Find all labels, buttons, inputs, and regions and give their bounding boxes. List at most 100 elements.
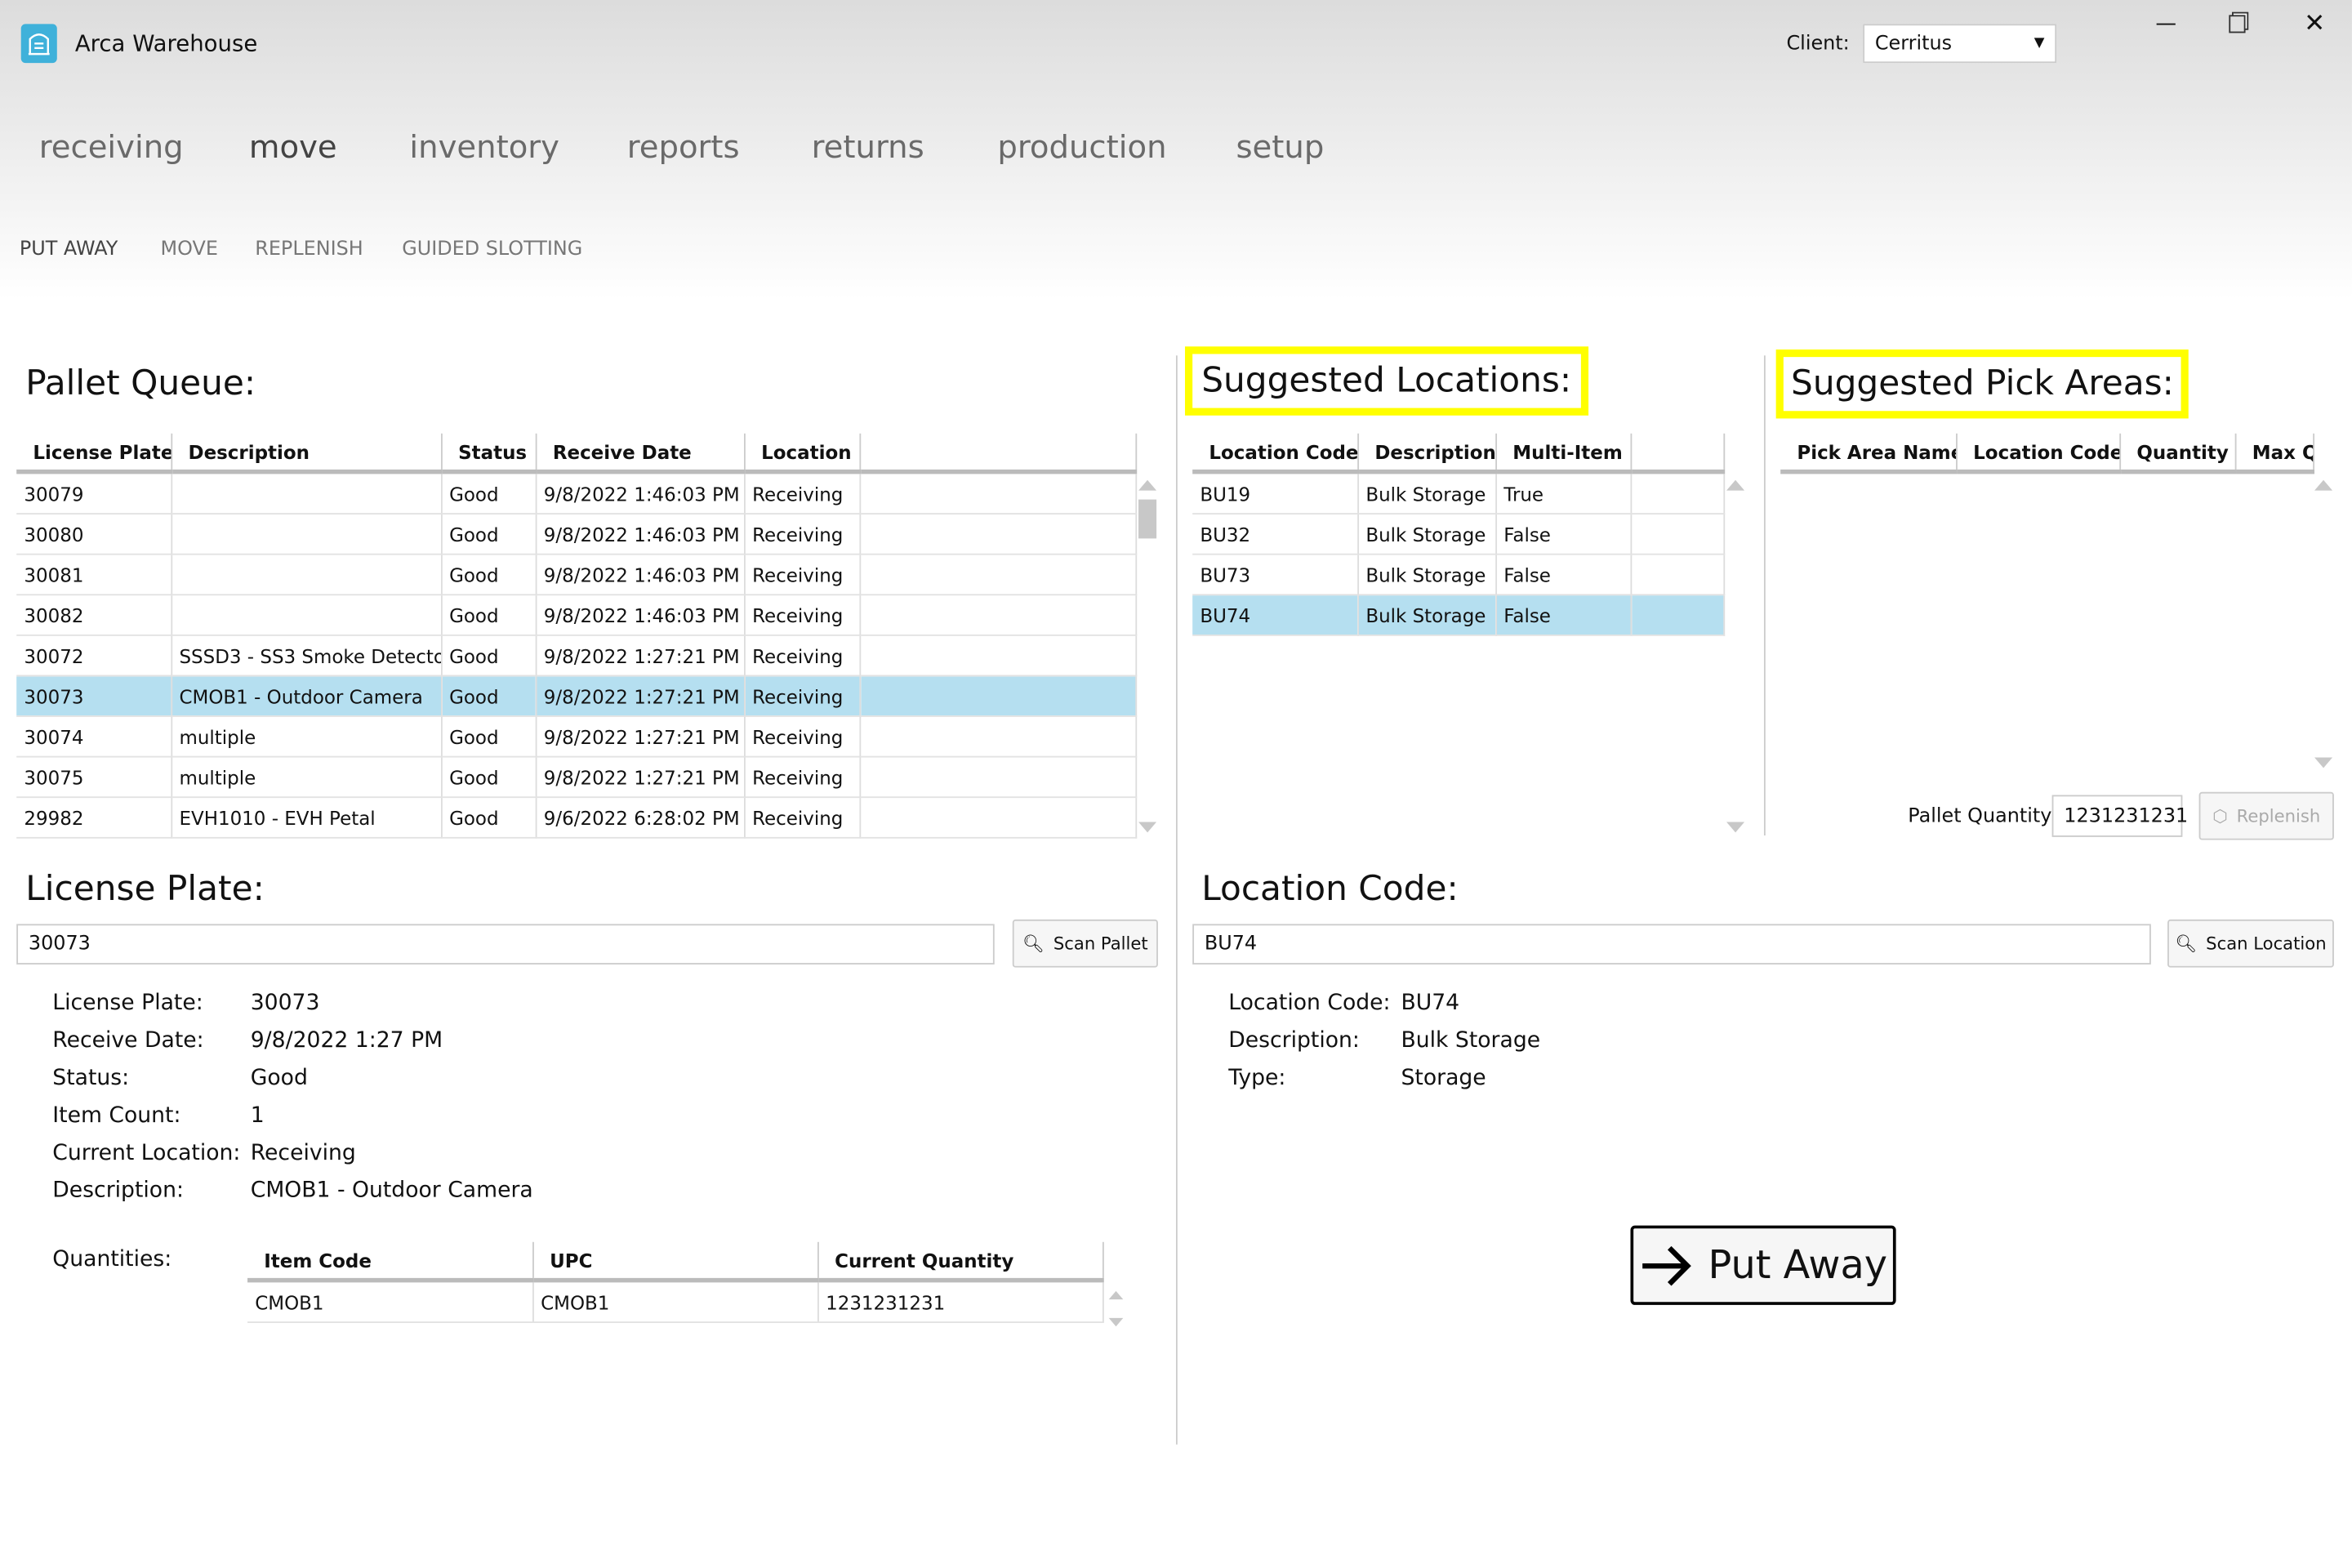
table-cell: False (1495, 514, 1632, 555)
table-cell: multiple (171, 756, 442, 799)
table-row[interactable]: CMOB1 CMOB1 1231231231 (247, 1280, 1103, 1323)
table-cell: BU74 (1192, 595, 1359, 636)
location-code-input[interactable]: BU74 (1192, 924, 2151, 964)
subtab-guided-slotting[interactable]: GUIDED SLOTTING (402, 238, 582, 261)
client-select[interactable]: Cerritus ▼ (1863, 24, 2057, 64)
table-row[interactable]: 30079 Good 9/8/2022 1:46:03 PM Receiving (16, 471, 1137, 514)
table-cell: 30073 (16, 675, 172, 717)
table-cell: False (1495, 595, 1632, 636)
column-header[interactable]: Max Qu (2234, 433, 2314, 474)
nav-tab-setup[interactable]: setup (1236, 129, 1324, 165)
detail-label: Description: (1228, 1028, 1360, 1054)
subtab-put-away[interactable]: PUT AWAY (20, 238, 118, 261)
column-header[interactable]: Description (171, 433, 442, 474)
column-header[interactable]: Status (440, 433, 537, 474)
scan-location-button[interactable]: 🔍︎ Scan Location (2167, 919, 2334, 968)
column-header[interactable]: Item Code (247, 1241, 533, 1283)
table-cell (859, 797, 1137, 839)
table-cell: CMOB1 (532, 1280, 818, 1323)
table-cell: Good (440, 471, 537, 514)
table-row[interactable]: 30082 Good 9/8/2022 1:46:03 PM Receiving (16, 595, 1137, 636)
minimize-icon[interactable]: — (2155, 12, 2176, 36)
header-row: Location Code Description Multi-Item (1192, 433, 1725, 474)
column-header[interactable]: Location Code (1956, 433, 2121, 474)
detail-label: License Plate: (52, 991, 203, 1016)
table-row[interactable]: 30072 SSSD3 - SS3 Smoke Detector Good 9/8/2… (16, 635, 1137, 677)
table-cell: Good (440, 554, 537, 596)
column-header[interactable] (1630, 433, 1725, 474)
column-header[interactable]: Location Code (1192, 433, 1359, 474)
subtab-move[interactable]: MOVE (161, 238, 218, 261)
table-cell: Good (440, 797, 537, 839)
table-row[interactable]: BU73 Bulk Storage False (1192, 554, 1725, 596)
table-cell (1630, 514, 1725, 555)
column-header[interactable]: Quantity (2119, 433, 2236, 474)
scrollbar-thumb[interactable] (1138, 499, 1157, 539)
app-title: Arca Warehouse (74, 29, 258, 57)
table-row[interactable]: BU19 Bulk Storage True (1192, 471, 1725, 514)
client-label: Client: (1786, 33, 1850, 56)
column-header[interactable]: UPC (532, 1241, 818, 1283)
detail-value: Storage (1401, 1066, 1486, 1091)
table-cell: BU19 (1192, 471, 1359, 514)
table-cell: Bulk Storage (1357, 471, 1497, 514)
table-cell (859, 471, 1137, 514)
nav-tab-returns[interactable]: returns (812, 129, 924, 165)
table-row[interactable]: BU74 Bulk Storage False (1192, 595, 1725, 636)
scroll-down-icon[interactable] (1108, 1317, 1124, 1327)
scroll-down-icon[interactable] (1726, 822, 1745, 833)
nav-tab-production[interactable]: production (997, 129, 1166, 165)
column-header[interactable]: Pick Area Name (1780, 433, 1957, 474)
table-cell: SSSD3 - SS3 Smoke Detector (171, 635, 442, 677)
license-plate-input[interactable]: 30073 (16, 924, 995, 964)
column-header[interactable] (859, 433, 1137, 474)
table-row[interactable]: 30080 Good 9/8/2022 1:46:03 PM Receiving (16, 514, 1137, 555)
table-cell: Receiving (744, 716, 861, 758)
close-icon[interactable]: ✕ (2304, 9, 2325, 39)
scroll-up-icon[interactable] (2314, 479, 2333, 491)
table-cell (1630, 554, 1725, 596)
scroll-down-icon[interactable] (1138, 822, 1157, 833)
column-header[interactable]: Description (1357, 433, 1497, 474)
column-header[interactable]: Receive Date (535, 433, 745, 474)
restore-icon[interactable] (2229, 15, 2246, 33)
table-cell: Good (440, 756, 537, 799)
scroll-down-icon[interactable] (2314, 757, 2333, 768)
column-header[interactable]: License Plate (16, 433, 172, 474)
nav-tab-inventory[interactable]: inventory (409, 129, 559, 165)
table-cell: multiple (171, 716, 442, 758)
put-away-button[interactable]: Put Away (1630, 1225, 1896, 1305)
nav-tab-receiving[interactable]: receiving (39, 129, 184, 165)
pallet-queue-title: Pallet Queue: (25, 364, 256, 404)
table-row[interactable]: 29982 EVH1010 - EVH Petal Good 9/6/2022 6:2… (16, 797, 1137, 839)
column-header[interactable]: Location (744, 433, 861, 474)
detail-value: Bulk Storage (1401, 1028, 1541, 1054)
replenish-button[interactable]: ⬡ Replenish (2198, 791, 2334, 840)
table-row[interactable]: 30073 CMOB1 - Outdoor Camera Good 9/8/2022 … (16, 675, 1137, 717)
scan-pallet-button[interactable]: 🔍︎ Scan Pallet (1012, 919, 1158, 968)
table-row[interactable]: 30081 Good 9/8/2022 1:46:03 PM Receiving (16, 554, 1137, 596)
scroll-up-icon[interactable] (1108, 1290, 1124, 1300)
table-row[interactable]: 30074 multiple Good 9/8/2022 1:27:21 PM Rece… (16, 716, 1137, 758)
quantities-table: Item Code UPC Current Quantity CMOB1 CMOB1 12… (247, 1241, 1103, 1323)
table-cell: 9/8/2022 1:27:21 PM (535, 756, 745, 799)
subtab-replenish[interactable]: REPLENISH (255, 238, 363, 261)
column-header[interactable]: Multi-Item (1495, 433, 1632, 474)
table-row[interactable]: BU32 Bulk Storage False (1192, 514, 1725, 555)
table-cell: Good (440, 635, 537, 677)
quantities-label: Quantities: (52, 1248, 172, 1272)
scroll-up-icon[interactable] (1726, 479, 1745, 491)
table-cell: Good (440, 514, 537, 555)
pallet-quantity-input[interactable]: 1231231231 (2051, 795, 2188, 837)
table-row[interactable]: 30075 multiple Good 9/8/2022 1:27:21 PM Rece… (16, 756, 1137, 799)
table-cell: 30074 (16, 716, 172, 758)
table-cell: Receiving (744, 797, 861, 839)
column-header[interactable]: Current Quantity (817, 1241, 1103, 1283)
pallet-queue-table: License Plate Description Status Receive Da… (16, 433, 1137, 839)
table-cell: Bulk Storage (1357, 514, 1497, 555)
scroll-up-icon[interactable] (1138, 479, 1157, 491)
table-cell: Receiving (744, 595, 861, 636)
nav-tab-reports[interactable]: reports (627, 129, 740, 165)
nav-tab-move[interactable]: move (249, 129, 337, 165)
table-cell: 30082 (16, 595, 172, 636)
